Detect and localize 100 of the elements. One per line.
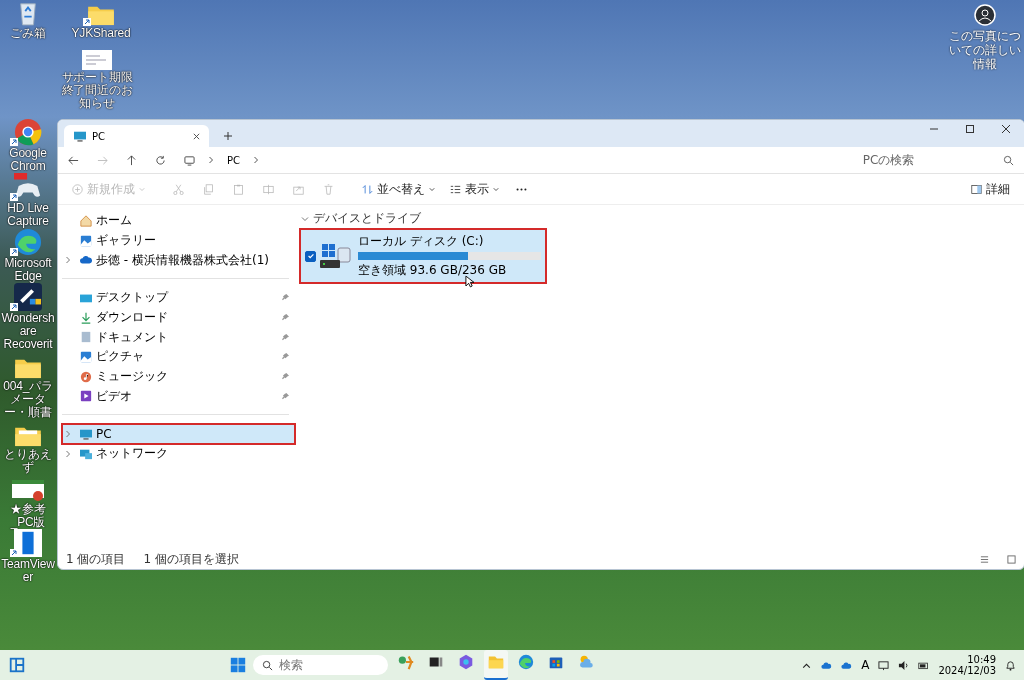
app-icon (14, 283, 42, 311)
caret-icon (429, 186, 435, 192)
forward-arrow-icon[interactable] (97, 154, 108, 166)
home-icon (80, 214, 92, 227)
desktop-shortcut[interactable]: TeamViewer (0, 531, 56, 584)
sidebar-item[interactable]: 歩徳 - 横浜情報機器株式会社(1) (62, 250, 295, 271)
sort-button[interactable]: 並べ替え (356, 177, 441, 201)
search-field[interactable]: PCの検索 (774, 152, 1003, 168)
pin-icon[interactable] (282, 373, 289, 381)
sidebar-item[interactable]: デスクトップ (62, 288, 295, 308)
desktop-shortcut[interactable]: Wondershare Recoverit (0, 285, 56, 351)
pin-icon[interactable] (282, 333, 289, 341)
details-pane-icon (971, 183, 982, 195)
up-arrow-icon[interactable] (126, 154, 137, 166)
pin-icon[interactable] (282, 294, 289, 302)
browser-icon (14, 118, 42, 146)
checkbox[interactable] (305, 250, 316, 262)
clock-date[interactable]: 2024/12/03 (938, 665, 996, 676)
desktop-shortcut[interactable]: Google Chrom (0, 120, 56, 173)
window-tab[interactable]: PC (64, 125, 209, 147)
chevron-icon[interactable] (64, 449, 72, 458)
chevron-icon[interactable] (207, 156, 215, 164)
details-button[interactable]: 詳細 (965, 177, 1016, 201)
start-icon[interactable] (229, 656, 248, 674)
new-tab-icon[interactable] (223, 131, 233, 141)
desktop-shortcut[interactable]: Microsoft Edge (0, 230, 56, 283)
clock-time[interactable]: 10:49 (967, 654, 996, 665)
mouse-cursor-icon (465, 275, 474, 288)
chevron-icon[interactable] (64, 256, 72, 265)
details-view-icon[interactable] (980, 554, 989, 564)
video-icon (80, 390, 92, 403)
section-header[interactable]: デバイスとドライブ (301, 210, 1018, 227)
display-icon[interactable] (878, 659, 890, 671)
tab-title: PC (92, 130, 106, 142)
breadcrumb[interactable]: PC (227, 154, 240, 166)
sort-arrows-icon (362, 183, 373, 195)
share-icon (293, 183, 304, 195)
sidebar-item[interactable]: ギャラリー (62, 230, 295, 251)
photo-info-button[interactable]: この写真についての詳しい情報 (946, 4, 1024, 71)
sidebar-item[interactable]: ビデオ (62, 386, 295, 407)
desktop-shortcut[interactable]: 004_パラメーター・順書 (0, 353, 56, 419)
back-arrow-icon[interactable] (68, 154, 79, 166)
sidebar-item[interactable]: ミュージック (62, 366, 295, 387)
speaker-icon[interactable] (898, 659, 910, 671)
monitor-icon (184, 154, 195, 166)
sidebar-item[interactable]: ピクチャ (62, 347, 295, 367)
desktop-shortcut[interactable]: とりあえず (0, 421, 56, 474)
caret-icon (139, 186, 145, 192)
music-icon (80, 370, 92, 383)
chevron-icon[interactable] (252, 156, 260, 164)
sidebar-item[interactable]: ネットワーク (62, 443, 295, 464)
input-method-indicator[interactable]: A (861, 658, 870, 672)
close-tab-icon[interactable] (192, 131, 201, 141)
desktop-shortcut[interactable]: ★参考_PC版 (0, 476, 56, 529)
chevron-icon[interactable] (64, 430, 72, 439)
document-icon (14, 529, 42, 557)
notification-bell-icon[interactable] (1005, 659, 1016, 671)
close-icon[interactable] (1001, 124, 1011, 134)
drive-name: ローカル ディスク (C:) (358, 233, 485, 250)
scissors-icon (173, 183, 184, 195)
pin-icon[interactable] (282, 392, 289, 400)
pin-icon[interactable] (282, 314, 289, 322)
drive-icon (320, 242, 354, 270)
widgets-icon[interactable] (8, 656, 26, 674)
figure-icon (397, 653, 416, 671)
sidebar-item[interactable]: ドキュメント (62, 327, 295, 348)
drive-tile[interactable]: ローカル ディスク (C:) 空き領域 93.6 GB/236 GB (301, 230, 545, 282)
item-count: 1 個の項目 (66, 550, 126, 568)
sidebar-item[interactable]: ダウンロード (62, 307, 295, 328)
list-icon (450, 183, 461, 195)
chevron-icon[interactable] (301, 214, 309, 223)
document-icon (80, 331, 92, 344)
picture-icon (80, 350, 92, 363)
taskbar-search-field[interactable]: 検索 (253, 655, 389, 675)
monitor-icon (80, 428, 92, 441)
selection-count: 1 個の項目を選択 (143, 550, 239, 568)
picture-icon (80, 234, 92, 247)
monitor-icon (74, 130, 86, 142)
rename-icon (263, 183, 274, 195)
desktop-shortcut[interactable]: ごみ箱 (0, 0, 56, 40)
refresh-icon[interactable] (155, 154, 166, 166)
desktop-shortcut[interactable]: HD Live Capture (0, 175, 56, 228)
download-icon (80, 311, 92, 324)
maximize-icon[interactable] (965, 124, 975, 134)
desktop-shortcut[interactable]: YJKShared (60, 0, 142, 40)
view-button[interactable]: 表示 (444, 177, 505, 201)
caret-icon (493, 186, 499, 192)
clipboard-icon (233, 183, 244, 195)
plus-circle-icon (72, 183, 83, 195)
pin-icon[interactable] (282, 353, 289, 361)
sidebar-item[interactable]: PC (62, 424, 295, 444)
battery-icon[interactable] (918, 659, 930, 671)
camera-info-icon (974, 4, 996, 26)
search-icon[interactable] (1003, 154, 1014, 166)
slide-thumbnail-icon (12, 480, 44, 502)
tiles-view-icon[interactable] (1007, 554, 1016, 564)
copy-icon (203, 183, 214, 195)
sidebar-item[interactable]: ホーム (62, 211, 295, 231)
document-thumbnail-icon (82, 50, 112, 70)
browser-icon (517, 653, 536, 671)
